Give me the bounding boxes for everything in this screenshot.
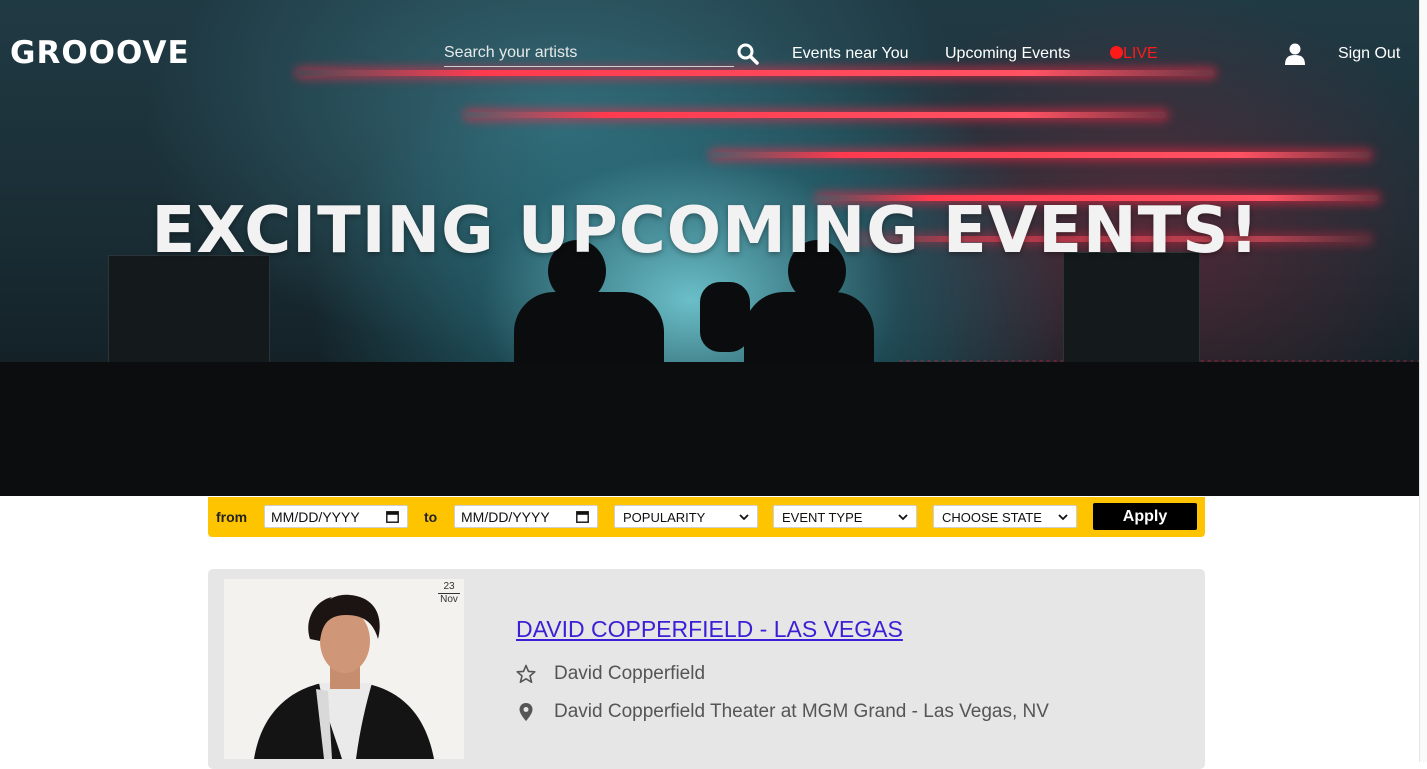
user-icon[interactable] xyxy=(1283,42,1307,66)
chevron-down-icon xyxy=(898,514,908,521)
event-day: 23 xyxy=(438,581,460,594)
to-label: to xyxy=(424,509,438,525)
stage-desk xyxy=(0,362,1419,496)
hero-headline: EXCITING UPCOMING EVENTS! xyxy=(151,194,1260,268)
right-speaker xyxy=(1063,252,1200,366)
location-pin-icon xyxy=(519,703,533,721)
chevron-down-icon xyxy=(1058,514,1068,521)
event-venue: David Copperfield Theater at MGM Grand -… xyxy=(554,701,1049,722)
search-field[interactable] xyxy=(444,44,734,67)
site-logo[interactable]: GROOOVE xyxy=(10,35,190,71)
laser-beam xyxy=(466,112,1166,118)
from-label: from xyxy=(216,509,248,525)
calendar-icon[interactable] xyxy=(386,510,399,523)
to-date-placeholder: MM/DD/YYYY xyxy=(461,509,550,525)
from-date-placeholder: MM/DD/YYYY xyxy=(271,509,360,525)
chevron-down-icon xyxy=(739,514,749,521)
dj-silhouette xyxy=(514,292,664,372)
artist-portrait xyxy=(224,579,464,759)
state-select[interactable]: CHOOSE STATE xyxy=(933,505,1077,528)
nav-events-near-you[interactable]: Events near You xyxy=(792,45,909,63)
hero-banner: EXCITING UPCOMING EVENTS! xyxy=(0,0,1419,496)
nav-live[interactable]: LIVE xyxy=(1110,45,1158,63)
event-type-select-value: EVENT TYPE xyxy=(782,510,863,525)
scrollbar[interactable] xyxy=(1419,0,1427,762)
state-select-value: CHOOSE STATE xyxy=(942,510,1042,525)
sign-out-link[interactable]: Sign Out xyxy=(1338,45,1400,63)
filter-bar: from MM/DD/YYYY to MM/DD/YYYY POPULARITY… xyxy=(208,497,1205,537)
live-dot-icon xyxy=(1110,46,1123,59)
to-date-input[interactable]: MM/DD/YYYY xyxy=(454,505,598,528)
dj-silhouette-arm xyxy=(700,282,750,352)
search-icon[interactable] xyxy=(736,42,760,66)
star-icon xyxy=(516,664,536,684)
dj-silhouette xyxy=(744,292,874,372)
laser-beam xyxy=(298,70,1214,76)
apply-button[interactable]: Apply xyxy=(1093,503,1197,530)
laser-beam xyxy=(712,152,1370,158)
live-label: LIVE xyxy=(1123,45,1158,62)
search-input[interactable] xyxy=(444,44,724,62)
calendar-icon[interactable] xyxy=(576,510,589,523)
event-month: Nov xyxy=(440,594,458,605)
popularity-select-value: POPULARITY xyxy=(623,510,706,525)
event-artist: David Copperfield xyxy=(554,663,706,684)
nav-upcoming-events[interactable]: Upcoming Events xyxy=(945,45,1070,63)
from-date-input[interactable]: MM/DD/YYYY xyxy=(264,505,408,528)
event-photo[interactable]: 23 Nov xyxy=(224,579,464,759)
event-type-select[interactable]: EVENT TYPE xyxy=(773,505,917,528)
event-title-link[interactable]: DAVID COPPERFIELD - LAS VEGAS xyxy=(516,616,903,643)
event-date-badge: 23 Nov xyxy=(438,581,460,605)
popularity-select[interactable]: POPULARITY xyxy=(614,505,758,528)
event-card[interactable]: 23 Nov DAVID COPPERFIELD - LAS VEGAS Dav… xyxy=(208,569,1205,769)
left-speaker xyxy=(108,255,270,367)
